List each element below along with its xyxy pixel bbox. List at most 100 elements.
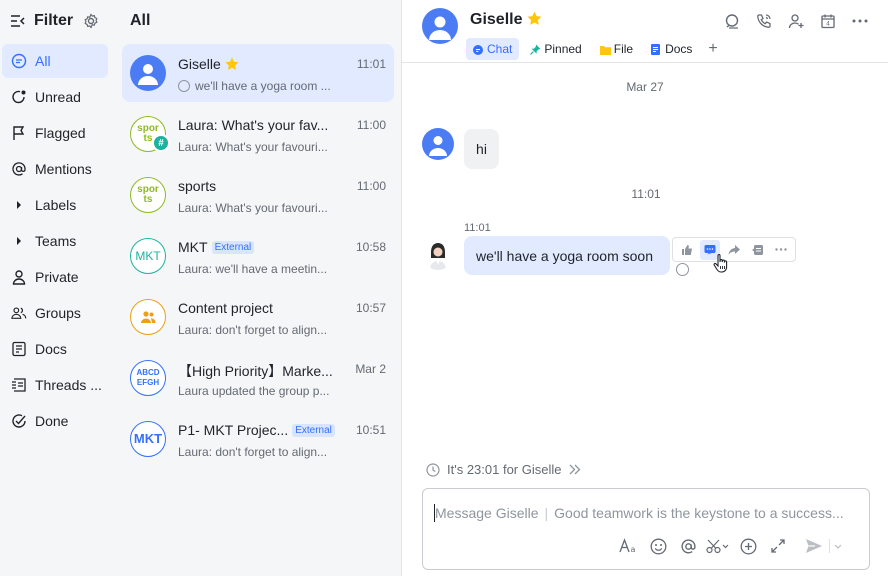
unread-status-icon [178,80,190,92]
send-icon[interactable] [799,535,829,557]
add-attachment-icon[interactable] [733,535,763,557]
chat-row-high-priority[interactable]: ABCD EFGH 【High Priority】Marke... Mar 2 … [122,349,394,407]
chat-time: 11:01 [356,57,386,71]
at-icon [11,161,27,177]
group-avatar [130,299,166,335]
chat-pane: Giselle 4 Chat Pinned File Docs + Mar 27… [402,0,888,576]
filter-title: Filter [34,12,74,29]
filter-item-label: Flagged [35,125,86,141]
chat-row-mkt[interactable]: MKT MKT External 10:58 Laura: we'll have … [122,227,394,285]
filter-item-docs[interactable]: Docs [2,332,108,366]
message-actions-toolbar [672,237,796,262]
chat-row-sports[interactable]: spor ts sports 11:00 Laura: What's your … [122,166,394,224]
hashtag-icon: # [152,134,170,152]
chat-time: 10:58 [355,240,386,254]
done-icon [11,413,27,429]
composer-placeholder[interactable]: Message Giselle | Good teamwork is the key… [435,505,860,521]
emoji-icon[interactable] [643,535,673,557]
chat-icon [11,53,27,69]
self-avatar[interactable] [422,238,454,270]
read-status-icon [676,263,689,276]
message-bubble[interactable]: we'll have a yoga room soon [464,236,670,275]
svg-text:4: 4 [826,21,830,28]
collapse-sidebar-icon[interactable] [10,14,26,28]
filter-item-label: Docs [35,341,67,357]
add-tab-button[interactable]: + [703,38,722,60]
message-bubble[interactable]: hi [464,129,499,169]
search-icon[interactable] [716,12,748,30]
chat-preview: Laura: we'll have a meetin... [178,262,328,276]
caret-right-icon [11,197,27,213]
add-member-icon[interactable] [780,12,812,30]
gear-icon[interactable] [83,13,99,29]
mkt-avatar: MKT [130,238,166,274]
filter-item-label: Teams [35,233,77,249]
filter-item-mentions[interactable]: Mentions [2,152,108,186]
star-icon [225,56,239,72]
timezone-note: It's 23:01 for Giselle [426,462,581,477]
chat-row-p1-mkt[interactable]: MKT P1- MKT Projec... External 10:51 Laur… [122,410,394,468]
thumbs-up-icon[interactable] [677,240,697,260]
caret-right-icon [11,233,27,249]
tab-file[interactable]: File [593,38,640,60]
phone-icon[interactable] [748,12,780,30]
header-actions: 4 [716,12,876,30]
chat-name: Laura: What's your fav... [178,117,329,133]
text-format-icon[interactable]: a [613,535,643,557]
filter-item-private[interactable]: Private [2,260,108,294]
more-icon[interactable] [844,12,876,30]
message-time: 11:01 [464,222,491,234]
send-options-icon[interactable] [829,539,845,553]
person-icon [11,269,27,285]
filter-item-all[interactable]: All [2,44,108,78]
filter-item-label: Threads ... [35,377,102,393]
quote-icon[interactable] [748,240,768,260]
calendar-icon[interactable]: 4 [812,12,844,30]
screenshot-icon[interactable] [703,535,733,557]
star-icon[interactable] [527,11,542,28]
more-actions-icon[interactable] [771,240,791,260]
hand-cursor-icon [713,253,729,278]
filter-header: Filter [10,10,99,32]
chat-row-content-project[interactable]: Content project 10:57 Laura: don't forge… [122,288,394,346]
filter-item-label: Labels [35,197,77,213]
filter-item-done[interactable]: Done [2,404,108,438]
filter-item-teams[interactable]: Teams [2,224,108,258]
message-composer[interactable]: Message Giselle | Good teamwork is the key… [422,488,870,570]
svg-text:a: a [631,545,636,554]
abcd-avatar: ABCD EFGH [130,360,166,396]
clock-icon [426,462,440,477]
filter-item-flagged[interactable]: Flagged [2,116,108,150]
chat-preview: Laura: What's your favouri... [178,140,328,154]
docs-icon [11,341,27,357]
sports-avatar: spor ts [130,177,166,213]
chat-preview: we'll have a yoga room ... [178,79,338,93]
group-icon [11,305,27,321]
unread-icon [11,89,27,105]
filter-item-labels[interactable]: Labels [2,188,108,222]
expand-icon[interactable] [763,535,793,557]
chat-preview: Laura: don't forget to align... [178,323,328,337]
filter-item-label: Unread [35,89,81,105]
mention-icon[interactable] [673,535,703,557]
filter-item-threads[interactable]: Threads ... [2,368,108,402]
chat-avatar[interactable] [422,8,458,44]
tab-chat[interactable]: Chat [466,38,520,60]
mkt-bold-avatar: MKT [130,421,166,457]
filter-item-label: Private [35,269,79,285]
chat-row-giselle[interactable]: Giselle 11:01 we'll have a yoga room ... [122,44,394,102]
chat-name: Content project [178,300,273,316]
filter-sidebar: Filter All Unread Flagged Mentions Label… [0,0,114,576]
chat-name: P1- MKT Projec... External [178,422,335,438]
chat-row-laura[interactable]: spor ts # Laura: What's your fav... 11:0… [122,105,394,163]
flag-icon [11,125,27,141]
filter-item-label: All [35,53,51,69]
double-chevron-right-icon[interactable] [569,464,581,475]
filter-item-unread[interactable]: Unread [2,80,108,114]
chat-time: 11:00 [356,179,386,193]
pin-icon [530,44,541,55]
filter-item-groups[interactable]: Groups [2,296,108,330]
sender-avatar[interactable] [422,128,454,160]
tab-pinned[interactable]: Pinned [523,38,588,60]
tab-docs[interactable]: Docs [644,38,699,60]
